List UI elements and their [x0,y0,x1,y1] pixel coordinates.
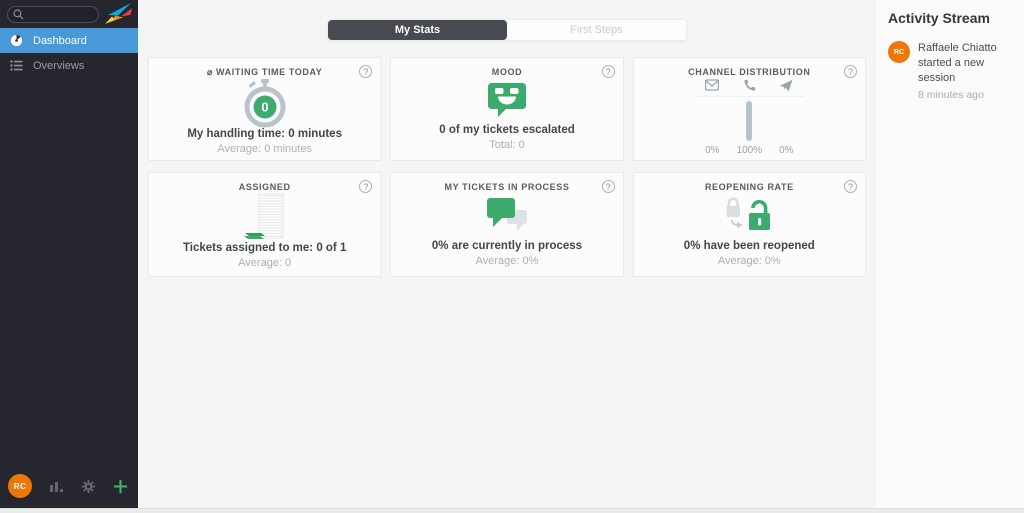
channel-percent-email: 0% [694,145,731,156]
card-stat-text: 0 of my tickets escalated [439,124,575,136]
channel-icons-row [694,79,805,97]
settings-button[interactable] [81,479,96,494]
help-icon[interactable]: ? [602,65,615,78]
app-window: Dashboard Overviews RC [0,0,1024,513]
tab-my-stats[interactable]: My Stats [328,20,507,40]
channel-percent-twitter: 0% [768,145,805,156]
activity-stream-title: Activity Stream [888,10,1012,26]
stats-cards-grid: ⌀ WAITING TIME TODAY ? 0 My handling tim… [138,57,876,277]
search-box[interactable] [7,6,99,23]
dashboard-gauge-icon [9,34,23,47]
activity-stream-panel: Activity Stream RC Raffaele Chiatto star… [876,0,1024,508]
help-icon[interactable]: ? [602,180,615,193]
card-title: ⌀ WAITING TIME TODAY [207,67,322,78]
card-reopening-rate: REOPENING RATE ? 0% have be [633,172,866,277]
card-title: MOOD [492,67,522,77]
user-avatar[interactable]: RC [8,474,32,498]
card-title: CHANNEL DISTRIBUTION [688,67,810,77]
dashboard-tabs: My Stats First Steps [327,19,687,41]
card-average-text: Average: 0% [476,255,539,267]
card-title: REOPENING RATE [705,182,794,192]
card-average-text: Total: 0 [489,139,524,151]
help-icon[interactable]: ? [359,65,372,78]
tab-first-steps[interactable]: First Steps [507,20,686,40]
activity-item[interactable]: RC Raffaele Chiatto started a new sessio… [888,41,1012,101]
card-stat-text: 0% are currently in process [432,240,582,252]
stats-chart-button[interactable] [49,479,65,493]
search-icon [13,9,24,20]
sidebar-toolbar: RC [0,466,138,506]
stopwatch-icon: 0 [242,78,288,128]
card-mood: MOOD ? 0 of my tickets escalated Total: … [390,57,623,161]
sidebar-item-label: Dashboard [33,35,87,47]
card-stat-text: My handling time: 0 minutes [187,128,342,140]
mood-smiley-icon [486,82,528,120]
card-average-text: Average: 0 minutes [217,143,312,155]
sidebar-item-dashboard[interactable]: Dashboard [0,28,138,53]
card-waiting-time: ⌀ WAITING TIME TODAY ? 0 My handling tim… [148,57,381,161]
card-stat-text: Tickets assigned to me: 0 of 1 [183,242,346,254]
card-stat-text: 0% have been reopened [684,240,815,252]
card-title: ASSIGNED [239,182,291,192]
email-channel-icon [705,79,719,91]
card-average-text: Average: 0% [718,255,781,267]
list-icon [9,59,23,72]
card-average-text: Average: 0 [238,257,291,269]
chat-bubbles-icon [484,196,530,236]
card-in-process: MY TICKETS IN PROCESS ? 0% are currently… [390,172,623,277]
sidebar: Dashboard Overviews RC [0,0,138,508]
gear-icon [81,479,96,494]
card-title: MY TICKETS IN PROCESS [445,182,570,192]
sidebar-item-overviews[interactable]: Overviews [0,53,138,78]
plus-icon [113,479,128,494]
activity-avatar: RC [888,41,910,63]
horizontal-scrollbar[interactable] [0,508,1024,513]
card-assigned: ASSIGNED ? Tickets assigned to me: 0 of … [148,172,381,277]
sidebar-item-label: Overviews [33,60,84,72]
help-icon[interactable]: ? [844,65,857,78]
bar-chart-icon [49,479,65,493]
main-content: My Stats First Steps ⌀ WAITING TIME TODA… [138,0,876,508]
channel-labels: 0% 100% 0% [694,145,805,156]
activity-text: Raffaele Chiatto started a new session [918,41,1012,86]
channel-percent-phone: 100% [731,145,768,156]
zammad-logo [103,2,135,26]
stopwatch-value: 0 [261,100,268,115]
ticket-stack-icon [240,192,290,242]
activity-timestamp: 8 minutes ago [918,89,1012,101]
search-input[interactable] [28,9,92,20]
reopen-lock-icon [723,195,775,237]
channel-bars [694,99,805,143]
channel-bar-phone [746,101,752,141]
new-ticket-button[interactable] [113,479,128,494]
phone-channel-icon [743,79,756,92]
sidebar-nav: Dashboard Overviews [0,28,138,78]
help-icon[interactable]: ? [844,180,857,193]
twitter-channel-icon [779,79,793,92]
card-channel-distribution: CHANNEL DISTRIBUTION ? [633,57,866,161]
